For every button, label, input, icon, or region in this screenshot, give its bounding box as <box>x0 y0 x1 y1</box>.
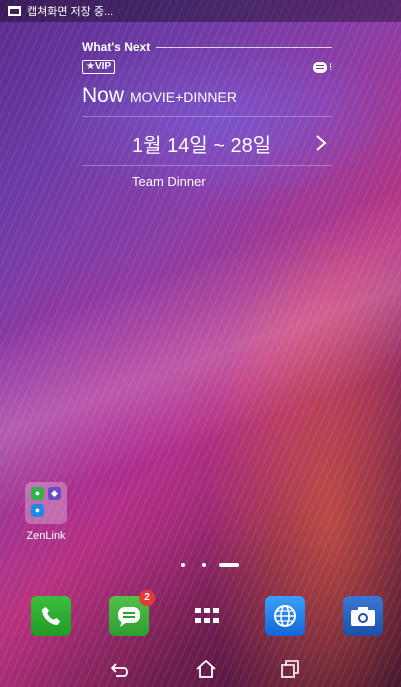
widget-header: What's Next <box>82 40 332 54</box>
messaging-icon[interactable]: 2 <box>109 590 155 636</box>
divider <box>82 165 332 166</box>
divider <box>82 116 332 117</box>
unread-badge: 2 <box>139 590 155 606</box>
home-icon[interactable] <box>176 650 236 687</box>
recents-icon[interactable] <box>260 650 320 687</box>
vip-row: ★VIP ! <box>82 60 332 74</box>
event-date-range: 1월 14일 ~ 28일 <box>132 134 272 157</box>
now-label: Now <box>82 84 125 107</box>
whats-next-widget[interactable]: What's Next ★VIP ! Now MOVIE+DINNER 1월 1… <box>82 40 332 189</box>
page-dot <box>202 563 206 567</box>
event-name: MOVIE+DINNER <box>130 89 237 105</box>
browser-icon[interactable] <box>265 596 305 636</box>
message-icon <box>313 61 328 73</box>
purple-app-icon: ◆ <box>48 487 61 500</box>
message-alert-mark: ! <box>329 61 332 73</box>
status-notification-text: 캡쳐화면 저장 중... <box>27 6 114 18</box>
back-icon[interactable] <box>91 650 151 687</box>
event-title[interactable]: Team Dinner <box>132 174 332 189</box>
blue-app-icon: ● <box>31 504 44 517</box>
status-bar[interactable]: 캡쳐화면 저장 중... <box>0 0 401 22</box>
green-app-icon: ● <box>31 487 44 500</box>
header-divider <box>156 46 332 48</box>
message-alert[interactable]: ! <box>313 61 332 73</box>
home-screen: 캡쳐화면 저장 중... What's Next ★VIP ! Now MOVI… <box>0 0 401 687</box>
zenlink-folder[interactable]: ● ◆ ● <box>25 482 67 524</box>
page-indicator[interactable] <box>0 560 401 570</box>
date-row[interactable]: 1월 14일 ~ 28일 <box>82 121 332 165</box>
vip-badge[interactable]: ★VIP <box>82 60 116 74</box>
widget-title: What's Next <box>82 40 151 54</box>
screenshot-icon <box>8 6 21 16</box>
page-dot <box>181 563 185 567</box>
navigation-bar <box>0 650 401 687</box>
camera-icon[interactable] <box>343 596 383 636</box>
phone-icon[interactable] <box>31 596 71 636</box>
all-apps-icon[interactable] <box>187 596 227 636</box>
page-dot-active <box>219 563 239 567</box>
now-row[interactable]: Now MOVIE+DINNER <box>82 84 332 108</box>
chevron-right-icon[interactable] <box>314 134 328 152</box>
folder-label: ZenLink <box>26 530 66 542</box>
